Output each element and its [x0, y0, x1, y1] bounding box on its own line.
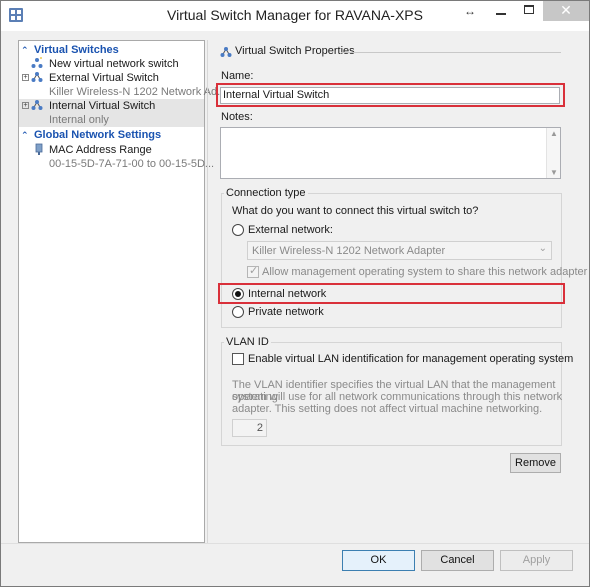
- section-title: Virtual Switch Properties: [235, 45, 355, 57]
- apply-button[interactable]: Apply: [500, 550, 573, 571]
- chevron-down-icon: ⌄: [538, 243, 547, 254]
- collapse-icon[interactable]: ⌃: [21, 128, 29, 142]
- minimize-icon: [496, 13, 506, 15]
- notes-scrollbar[interactable]: ▲ ▼: [546, 128, 560, 178]
- network-switch-icon: [220, 47, 232, 57]
- maximize-button[interactable]: [515, 1, 543, 21]
- close-button[interactable]: ✕: [543, 1, 589, 21]
- vlan-info-line-2: system will use for all network communic…: [232, 391, 563, 403]
- tree-item-external-switch-detail: Killer Wireless-N 1202 Network Ad...: [49, 86, 227, 98]
- cancel-button[interactable]: Cancel: [421, 550, 494, 571]
- tree-item-mac-range[interactable]: MAC Address Range: [19, 143, 204, 157]
- tree-item-internal-switch[interactable]: + Internal Virtual Switch Internal only: [19, 99, 204, 127]
- checkmark-icon: ✓: [249, 265, 259, 277]
- private-network-label[interactable]: Private network: [248, 306, 324, 318]
- footer-divider: [1, 543, 589, 544]
- tree-item-external-switch[interactable]: + External Virtual Switch: [19, 71, 204, 85]
- enable-vlan-label[interactable]: Enable virtual LAN identification for ma…: [248, 353, 573, 365]
- connection-question: What do you want to connect this virtual…: [232, 205, 479, 217]
- new-switch-icon: [31, 57, 43, 68]
- internal-network-radio[interactable]: [232, 288, 244, 300]
- vlan-id-field[interactable]: 2: [232, 419, 267, 437]
- allow-management-checkbox[interactable]: ✓: [247, 265, 259, 278]
- network-switch-icon: [31, 100, 43, 110]
- close-icon: ✕: [560, 2, 572, 18]
- vlan-title: VLAN ID: [224, 336, 271, 348]
- pane-divider[interactable]: [207, 40, 208, 543]
- internal-network-label[interactable]: Internal network: [248, 288, 326, 300]
- ok-button[interactable]: OK: [342, 550, 415, 571]
- expand-icon[interactable]: +: [22, 102, 29, 109]
- external-network-radio[interactable]: [232, 224, 244, 236]
- minimize-button[interactable]: [487, 1, 515, 21]
- title-bar[interactable]: Virtual Switch Manager for RAVANA-XPS ↔ …: [1, 1, 589, 31]
- notes-label: Notes:: [221, 111, 253, 123]
- private-network-radio[interactable]: [232, 306, 244, 318]
- virtual-switch-manager-window: Virtual Switch Manager for RAVANA-XPS ↔ …: [0, 0, 590, 587]
- allow-management-label: Allow management operating system to sha…: [262, 266, 588, 278]
- tree-item-new-switch[interactable]: New virtual network switch: [19, 57, 204, 71]
- connection-type-title: Connection type: [224, 187, 308, 199]
- scroll-up-icon[interactable]: ▲: [550, 129, 558, 138]
- notes-field[interactable]: [220, 127, 561, 179]
- external-network-label[interactable]: External network:: [248, 224, 333, 236]
- scroll-down-icon[interactable]: ▼: [550, 168, 558, 177]
- adapter-dropdown[interactable]: Killer Wireless-N 1202 Network Adapter ⌄: [247, 241, 552, 260]
- navigation-tree[interactable]: ⌃ Virtual Switches New virtual network s…: [18, 40, 227, 543]
- expand-icon[interactable]: +: [22, 74, 29, 81]
- virtual-switches-header[interactable]: ⌃ Virtual Switches: [19, 43, 204, 57]
- tree-item-mac-range-detail: 00-15-5D-7A-71-00 to 00-15-5D...: [49, 158, 215, 170]
- resize-icon: ↔: [464, 4, 476, 18]
- name-label: Name:: [221, 70, 254, 82]
- name-field[interactable]: Internal Virtual Switch: [220, 87, 560, 104]
- vlan-info-line-3: adapter. This setting does not affect vi…: [232, 403, 543, 415]
- remove-button[interactable]: Remove: [510, 453, 561, 473]
- enable-vlan-checkbox[interactable]: [232, 353, 244, 365]
- network-switch-icon: [31, 72, 43, 82]
- mac-address-icon: [35, 143, 43, 155]
- section-divider: [341, 52, 561, 53]
- maximize-icon: [524, 5, 534, 14]
- global-network-settings-header[interactable]: ⌃ Global Network Settings: [19, 128, 204, 142]
- collapse-icon[interactable]: ⌃: [21, 43, 29, 57]
